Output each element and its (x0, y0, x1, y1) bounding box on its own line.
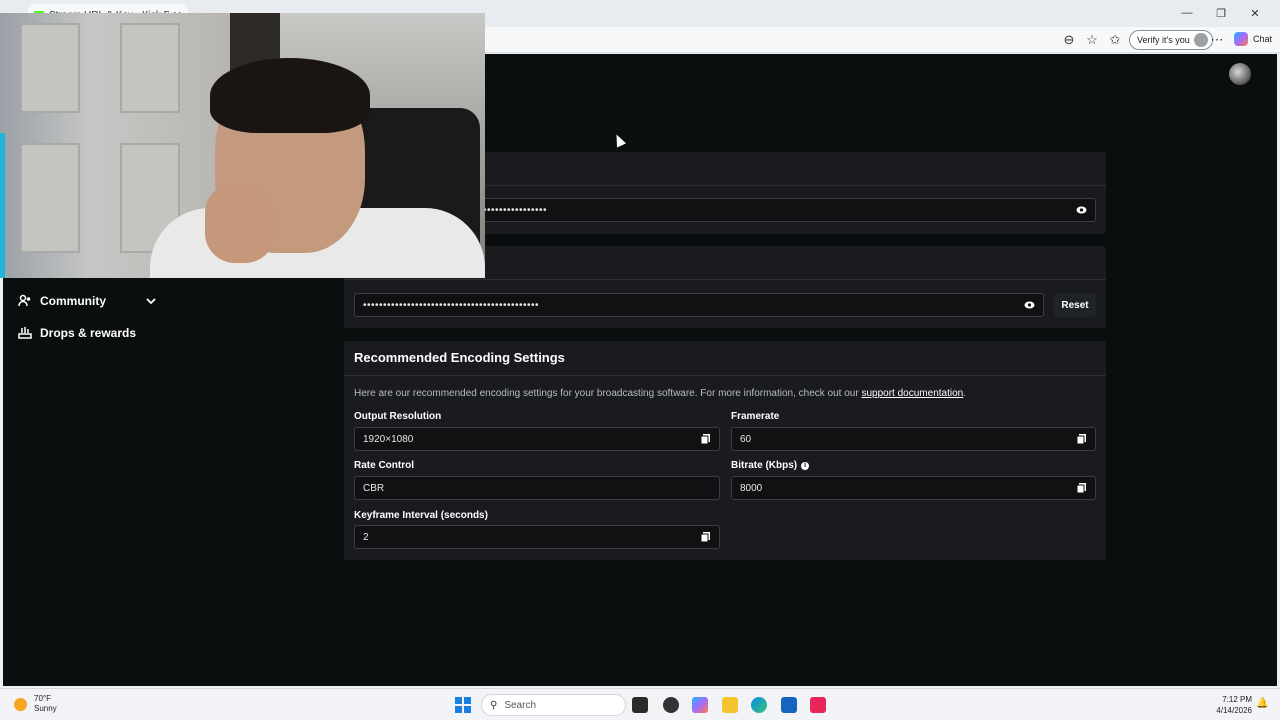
copy-icon[interactable] (1075, 433, 1087, 445)
verify-label: Verify it's you (1137, 35, 1190, 45)
sidebar-item-label: Community (40, 294, 106, 308)
sidebar-item-drops-rewards[interactable]: Drops & rewards (18, 326, 136, 340)
door-panel (120, 23, 180, 113)
minimize-icon[interactable]: — (1170, 4, 1204, 22)
more-menu-icon[interactable]: ⋯ (1209, 32, 1225, 48)
webcam-overlay (0, 13, 485, 278)
encoding-title: Recommended Encoding Settings (354, 350, 565, 365)
description-text: Here are our recommended encoding settin… (354, 388, 859, 399)
windows-start-icon[interactable] (455, 697, 471, 713)
rate-control-label: Rate Control (354, 460, 414, 471)
user-avatar[interactable] (1229, 63, 1251, 85)
drops-rewards-icon (18, 326, 32, 340)
reset-button[interactable]: Reset (1054, 293, 1096, 317)
output-resolution-field[interactable]: 1920×1080 (354, 427, 720, 451)
keyframe-interval-field[interactable]: 2 (354, 525, 720, 549)
weather-desc: Sunny (34, 704, 57, 713)
stream-key-value: ••••••••••••••••••••••••••••••••••••••••… (363, 299, 540, 311)
community-icon (18, 294, 32, 308)
file-explorer-icon[interactable] (722, 697, 738, 713)
weather-temp: 70°F (34, 694, 51, 703)
door-panel (20, 23, 80, 113)
verify-profile-button[interactable]: Verify it's you (1129, 30, 1213, 50)
keyframe-interval-value: 2 (363, 531, 369, 543)
weather-widget[interactable]: 70°F Sunny (14, 694, 57, 714)
support-documentation-link[interactable]: support documentation (861, 388, 963, 399)
copilot-chat-button[interactable]: Chat (1234, 32, 1272, 46)
system-clock[interactable]: 7:12 PM 4/14/2026 (1210, 694, 1252, 716)
copy-icon[interactable] (699, 433, 711, 445)
store-icon[interactable] (781, 697, 797, 713)
copilot-app-icon[interactable] (692, 697, 708, 713)
clock-date: 4/14/2026 (1216, 706, 1252, 715)
bitrate-label: Bitrate (Kbps) (731, 460, 798, 471)
stream-key-field[interactable]: ••••••••••••••••••••••••••••••••••••••••… (354, 293, 1044, 317)
app-icon[interactable] (663, 697, 679, 713)
restore-icon[interactable]: ❐ (1204, 4, 1238, 22)
chat-label: Chat (1253, 34, 1273, 44)
search-icon: ⚲ (490, 699, 498, 711)
tiktok-icon[interactable] (810, 697, 826, 713)
sidebar-item-community[interactable]: Community (18, 294, 106, 308)
search-placeholder: Search (504, 699, 537, 711)
rate-control-value: CBR (363, 482, 385, 494)
ambient-light (0, 133, 5, 278)
bitrate-field[interactable]: 8000 (731, 476, 1096, 500)
eye-icon[interactable] (1075, 204, 1087, 216)
info-icon[interactable]: i (801, 461, 810, 470)
taskbar-search[interactable]: ⚲ Search (481, 694, 626, 716)
sun-icon (14, 697, 27, 711)
framerate-label: Framerate (731, 411, 780, 422)
close-window-icon[interactable]: ✕ (1238, 4, 1272, 22)
encoding-description: Here are our recommended encoding settin… (354, 388, 966, 399)
bitrate-value: 8000 (740, 482, 763, 494)
streamer-hair (210, 58, 370, 133)
chevron-down-icon[interactable] (145, 294, 157, 312)
copy-icon[interactable] (699, 531, 711, 543)
door-panel (20, 143, 80, 253)
edge-browser-icon[interactable] (751, 697, 767, 713)
favorite-star-icon[interactable]: ☆ (1084, 32, 1100, 48)
profile-avatar-icon (1193, 33, 1208, 47)
task-view-icon[interactable] (632, 697, 648, 713)
eye-icon[interactable] (1023, 299, 1035, 311)
description-end: . (963, 388, 966, 399)
framerate-value: 60 (740, 433, 752, 445)
output-resolution-label: Output Resolution (354, 411, 442, 422)
sidebar-item-label: Drops & rewards (40, 326, 137, 340)
window-controls: — ❐ ✕ (1170, 4, 1272, 22)
copy-icon[interactable] (1075, 482, 1087, 494)
clock-time: 7:12 PM (1222, 695, 1252, 704)
favorites-list-icon[interactable]: ✩ (1107, 32, 1123, 48)
rate-control-field[interactable]: CBR (354, 476, 720, 500)
bitrate-label-wrap: Bitrate (Kbps) i (731, 460, 810, 471)
mouse-cursor-icon (611, 132, 627, 148)
output-resolution-value: 1920×1080 (363, 433, 414, 445)
keyframe-interval-label: Keyframe Interval (seconds) (354, 510, 488, 521)
notification-bell-icon[interactable]: 🔔 (1256, 698, 1268, 709)
copilot-icon (1234, 32, 1248, 46)
reader-mode-icon[interactable]: ⊖ (1061, 32, 1077, 48)
framerate-field[interactable]: 60 (731, 427, 1096, 451)
windows-taskbar: 70°F Sunny ⚲ Search 7:12 PM 4/14/2026 🔔 (0, 688, 1280, 720)
streamer-hand (205, 183, 275, 263)
